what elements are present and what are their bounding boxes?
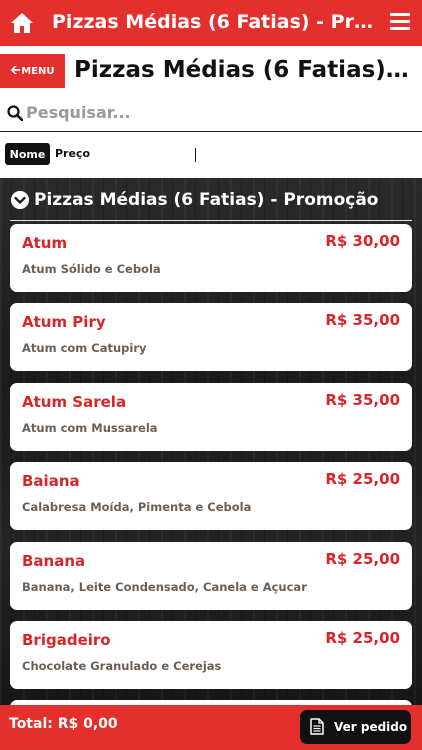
product-description: Atum com Catupiry xyxy=(22,341,147,355)
arrow-left-icon: 🡨 xyxy=(10,62,21,77)
menu-button-label: MENU xyxy=(21,65,55,77)
product-name: Banana xyxy=(22,552,86,570)
product-card[interactable]: Atum Piry R$ 35,00 Atum com Catupiry xyxy=(10,303,412,371)
page-header: 🡨 MENU Pizzas Médias (6 Fatias) - Promoç… xyxy=(0,46,422,96)
product-list[interactable]: Pizzas Médias (6 Fatias) - Promoção Atum… xyxy=(0,178,422,705)
product-price: R$ 25,00 xyxy=(325,629,400,647)
top-bar: Pizzas Médias (6 Fatias) - Promoção xyxy=(0,0,422,46)
order-total: Total: R$ 0,00 xyxy=(9,716,118,732)
product-card[interactable]: Atum Sarela R$ 35,00 Atum com Mussarela xyxy=(10,383,412,451)
footer-bar: Total: R$ 0,00 Ver pedido xyxy=(0,705,422,750)
hamburger-icon[interactable] xyxy=(390,13,410,31)
product-price: R$ 25,00 xyxy=(325,550,400,568)
product-name: Atum Piry xyxy=(22,313,106,331)
product-price: R$ 35,00 xyxy=(325,311,400,329)
product-card[interactable]: Baiana R$ 25,00 Calabresa Moída, Pimenta… xyxy=(10,462,412,530)
product-card[interactable]: Brigadeiro R$ 25,00 Chocolate Granulado … xyxy=(10,621,412,689)
product-description: Atum com Mussarela xyxy=(22,421,158,435)
search-input[interactable] xyxy=(26,100,406,124)
product-price: R$ 30,00 xyxy=(325,232,400,250)
app-title: Pizzas Médias (6 Fatias) - Promoção xyxy=(52,11,377,33)
document-icon xyxy=(310,718,324,735)
product-description: Atum Sólido e Cebola xyxy=(22,262,161,276)
category-title: Pizzas Médias (6 Fatias) - Promoção xyxy=(34,190,379,210)
product-name: Atum Sarela xyxy=(22,393,127,411)
product-card[interactable]: Banana R$ 25,00 Banana, Leite Condensado… xyxy=(10,542,412,610)
product-name: Baiana xyxy=(22,472,80,490)
sort-bar: Nome Preço xyxy=(0,133,422,178)
sort-by-name-button[interactable]: Nome xyxy=(5,143,50,165)
sort-by-price-button[interactable]: Preço xyxy=(55,147,90,160)
product-description: Chocolate Granulado e Cerejas xyxy=(22,659,222,673)
search-icon xyxy=(7,105,23,121)
product-price: R$ 25,00 xyxy=(325,470,400,488)
view-order-label: Ver pedido xyxy=(334,720,408,734)
product-card[interactable]: Atum R$ 30,00 Atum Sólido e Cebola xyxy=(10,224,412,292)
product-name: Atum xyxy=(22,234,68,252)
category-header[interactable]: Pizzas Médias (6 Fatias) - Promoção xyxy=(10,186,412,221)
sort-divider xyxy=(195,148,196,162)
product-price: R$ 35,00 xyxy=(325,391,400,409)
product-name: Brigadeiro xyxy=(22,631,111,649)
page-title: Pizzas Médias (6 Fatias) - Promoção xyxy=(74,57,414,83)
product-description: Banana, Leite Condensado, Canela e Açuca… xyxy=(22,580,307,594)
search-bar xyxy=(0,96,422,132)
view-order-button[interactable]: Ver pedido xyxy=(300,710,411,744)
menu-back-button[interactable]: 🡨 MENU xyxy=(0,54,65,88)
product-description: Calabresa Moída, Pimenta e Cebola xyxy=(22,500,252,514)
home-icon[interactable] xyxy=(10,11,34,35)
chevron-down-circle-icon xyxy=(11,191,29,209)
